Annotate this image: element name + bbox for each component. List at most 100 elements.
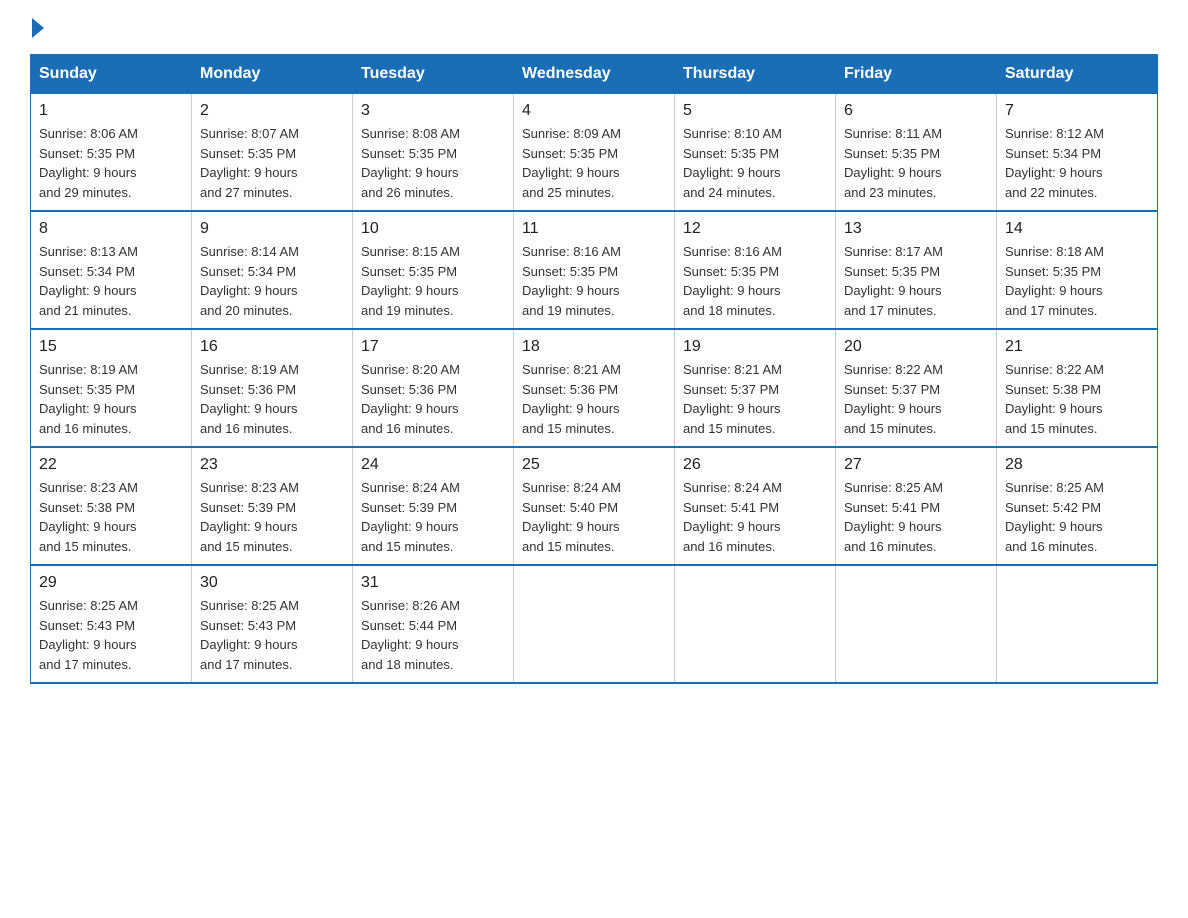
calendar-cell: 23 Sunrise: 8:23 AMSunset: 5:39 PMDaylig… bbox=[192, 447, 353, 565]
calendar-cell: 24 Sunrise: 8:24 AMSunset: 5:39 PMDaylig… bbox=[353, 447, 514, 565]
calendar-cell: 4 Sunrise: 8:09 AMSunset: 5:35 PMDayligh… bbox=[514, 94, 675, 212]
calendar-cell bbox=[675, 565, 836, 683]
calendar-header-row: SundayMondayTuesdayWednesdayThursdayFrid… bbox=[31, 55, 1158, 94]
day-number: 31 bbox=[361, 574, 505, 592]
calendar-cell: 7 Sunrise: 8:12 AMSunset: 5:34 PMDayligh… bbox=[997, 94, 1158, 212]
calendar-cell: 29 Sunrise: 8:25 AMSunset: 5:43 PMDaylig… bbox=[31, 565, 192, 683]
calendar-cell: 10 Sunrise: 8:15 AMSunset: 5:35 PMDaylig… bbox=[353, 211, 514, 329]
calendar-cell: 19 Sunrise: 8:21 AMSunset: 5:37 PMDaylig… bbox=[675, 329, 836, 447]
calendar-cell: 1 Sunrise: 8:06 AMSunset: 5:35 PMDayligh… bbox=[31, 94, 192, 212]
day-info: Sunrise: 8:23 AMSunset: 5:38 PMDaylight:… bbox=[39, 478, 183, 556]
day-number: 7 bbox=[1005, 102, 1149, 120]
day-info: Sunrise: 8:09 AMSunset: 5:35 PMDaylight:… bbox=[522, 124, 666, 202]
calendar-week-row: 15 Sunrise: 8:19 AMSunset: 5:35 PMDaylig… bbox=[31, 329, 1158, 447]
calendar-cell: 9 Sunrise: 8:14 AMSunset: 5:34 PMDayligh… bbox=[192, 211, 353, 329]
day-number: 25 bbox=[522, 456, 666, 474]
day-number: 12 bbox=[683, 220, 827, 238]
calendar-cell: 22 Sunrise: 8:23 AMSunset: 5:38 PMDaylig… bbox=[31, 447, 192, 565]
calendar-cell: 13 Sunrise: 8:17 AMSunset: 5:35 PMDaylig… bbox=[836, 211, 997, 329]
day-number: 3 bbox=[361, 102, 505, 120]
day-number: 6 bbox=[844, 102, 988, 120]
day-info: Sunrise: 8:21 AMSunset: 5:36 PMDaylight:… bbox=[522, 360, 666, 438]
day-info: Sunrise: 8:14 AMSunset: 5:34 PMDaylight:… bbox=[200, 242, 344, 320]
page-header bbox=[30, 20, 1158, 34]
calendar-week-row: 8 Sunrise: 8:13 AMSunset: 5:34 PMDayligh… bbox=[31, 211, 1158, 329]
day-info: Sunrise: 8:10 AMSunset: 5:35 PMDaylight:… bbox=[683, 124, 827, 202]
calendar-header-thursday: Thursday bbox=[675, 55, 836, 94]
calendar-week-row: 29 Sunrise: 8:25 AMSunset: 5:43 PMDaylig… bbox=[31, 565, 1158, 683]
day-number: 5 bbox=[683, 102, 827, 120]
day-number: 10 bbox=[361, 220, 505, 238]
logo-arrow-icon bbox=[32, 18, 44, 38]
day-number: 22 bbox=[39, 456, 183, 474]
day-info: Sunrise: 8:24 AMSunset: 5:39 PMDaylight:… bbox=[361, 478, 505, 556]
calendar-cell: 17 Sunrise: 8:20 AMSunset: 5:36 PMDaylig… bbox=[353, 329, 514, 447]
calendar-header-monday: Monday bbox=[192, 55, 353, 94]
day-number: 17 bbox=[361, 338, 505, 356]
calendar-header-wednesday: Wednesday bbox=[514, 55, 675, 94]
calendar-cell: 27 Sunrise: 8:25 AMSunset: 5:41 PMDaylig… bbox=[836, 447, 997, 565]
day-number: 30 bbox=[200, 574, 344, 592]
calendar-cell: 12 Sunrise: 8:16 AMSunset: 5:35 PMDaylig… bbox=[675, 211, 836, 329]
day-number: 23 bbox=[200, 456, 344, 474]
day-number: 8 bbox=[39, 220, 183, 238]
day-info: Sunrise: 8:21 AMSunset: 5:37 PMDaylight:… bbox=[683, 360, 827, 438]
day-number: 1 bbox=[39, 102, 183, 120]
day-info: Sunrise: 8:20 AMSunset: 5:36 PMDaylight:… bbox=[361, 360, 505, 438]
day-info: Sunrise: 8:19 AMSunset: 5:36 PMDaylight:… bbox=[200, 360, 344, 438]
calendar-cell: 30 Sunrise: 8:25 AMSunset: 5:43 PMDaylig… bbox=[192, 565, 353, 683]
calendar-cell: 18 Sunrise: 8:21 AMSunset: 5:36 PMDaylig… bbox=[514, 329, 675, 447]
calendar-cell: 16 Sunrise: 8:19 AMSunset: 5:36 PMDaylig… bbox=[192, 329, 353, 447]
day-number: 21 bbox=[1005, 338, 1149, 356]
day-info: Sunrise: 8:08 AMSunset: 5:35 PMDaylight:… bbox=[361, 124, 505, 202]
day-number: 9 bbox=[200, 220, 344, 238]
calendar-cell: 8 Sunrise: 8:13 AMSunset: 5:34 PMDayligh… bbox=[31, 211, 192, 329]
day-info: Sunrise: 8:13 AMSunset: 5:34 PMDaylight:… bbox=[39, 242, 183, 320]
calendar-cell: 28 Sunrise: 8:25 AMSunset: 5:42 PMDaylig… bbox=[997, 447, 1158, 565]
day-info: Sunrise: 8:16 AMSunset: 5:35 PMDaylight:… bbox=[522, 242, 666, 320]
day-number: 14 bbox=[1005, 220, 1149, 238]
day-number: 4 bbox=[522, 102, 666, 120]
logo bbox=[30, 20, 44, 34]
day-number: 19 bbox=[683, 338, 827, 356]
day-info: Sunrise: 8:07 AMSunset: 5:35 PMDaylight:… bbox=[200, 124, 344, 202]
calendar-header-friday: Friday bbox=[836, 55, 997, 94]
day-info: Sunrise: 8:06 AMSunset: 5:35 PMDaylight:… bbox=[39, 124, 183, 202]
calendar-cell: 5 Sunrise: 8:10 AMSunset: 5:35 PMDayligh… bbox=[675, 94, 836, 212]
calendar-cell bbox=[836, 565, 997, 683]
calendar-cell: 11 Sunrise: 8:16 AMSunset: 5:35 PMDaylig… bbox=[514, 211, 675, 329]
calendar-cell: 31 Sunrise: 8:26 AMSunset: 5:44 PMDaylig… bbox=[353, 565, 514, 683]
day-info: Sunrise: 8:23 AMSunset: 5:39 PMDaylight:… bbox=[200, 478, 344, 556]
calendar-header-saturday: Saturday bbox=[997, 55, 1158, 94]
calendar-cell: 3 Sunrise: 8:08 AMSunset: 5:35 PMDayligh… bbox=[353, 94, 514, 212]
calendar-cell: 26 Sunrise: 8:24 AMSunset: 5:41 PMDaylig… bbox=[675, 447, 836, 565]
day-info: Sunrise: 8:24 AMSunset: 5:41 PMDaylight:… bbox=[683, 478, 827, 556]
day-info: Sunrise: 8:12 AMSunset: 5:34 PMDaylight:… bbox=[1005, 124, 1149, 202]
day-number: 24 bbox=[361, 456, 505, 474]
calendar-week-row: 22 Sunrise: 8:23 AMSunset: 5:38 PMDaylig… bbox=[31, 447, 1158, 565]
day-number: 16 bbox=[200, 338, 344, 356]
day-number: 15 bbox=[39, 338, 183, 356]
calendar-cell: 15 Sunrise: 8:19 AMSunset: 5:35 PMDaylig… bbox=[31, 329, 192, 447]
calendar-cell: 14 Sunrise: 8:18 AMSunset: 5:35 PMDaylig… bbox=[997, 211, 1158, 329]
calendar-cell bbox=[514, 565, 675, 683]
day-info: Sunrise: 8:25 AMSunset: 5:41 PMDaylight:… bbox=[844, 478, 988, 556]
day-info: Sunrise: 8:25 AMSunset: 5:43 PMDaylight:… bbox=[200, 596, 344, 674]
calendar-cell: 21 Sunrise: 8:22 AMSunset: 5:38 PMDaylig… bbox=[997, 329, 1158, 447]
day-info: Sunrise: 8:18 AMSunset: 5:35 PMDaylight:… bbox=[1005, 242, 1149, 320]
day-info: Sunrise: 8:19 AMSunset: 5:35 PMDaylight:… bbox=[39, 360, 183, 438]
day-number: 18 bbox=[522, 338, 666, 356]
day-info: Sunrise: 8:22 AMSunset: 5:38 PMDaylight:… bbox=[1005, 360, 1149, 438]
day-number: 27 bbox=[844, 456, 988, 474]
day-number: 11 bbox=[522, 220, 666, 238]
day-number: 26 bbox=[683, 456, 827, 474]
calendar-header-tuesday: Tuesday bbox=[353, 55, 514, 94]
calendar-cell bbox=[997, 565, 1158, 683]
calendar-cell: 25 Sunrise: 8:24 AMSunset: 5:40 PMDaylig… bbox=[514, 447, 675, 565]
calendar-week-row: 1 Sunrise: 8:06 AMSunset: 5:35 PMDayligh… bbox=[31, 94, 1158, 212]
day-info: Sunrise: 8:26 AMSunset: 5:44 PMDaylight:… bbox=[361, 596, 505, 674]
day-info: Sunrise: 8:15 AMSunset: 5:35 PMDaylight:… bbox=[361, 242, 505, 320]
day-info: Sunrise: 8:25 AMSunset: 5:43 PMDaylight:… bbox=[39, 596, 183, 674]
day-number: 28 bbox=[1005, 456, 1149, 474]
day-info: Sunrise: 8:24 AMSunset: 5:40 PMDaylight:… bbox=[522, 478, 666, 556]
